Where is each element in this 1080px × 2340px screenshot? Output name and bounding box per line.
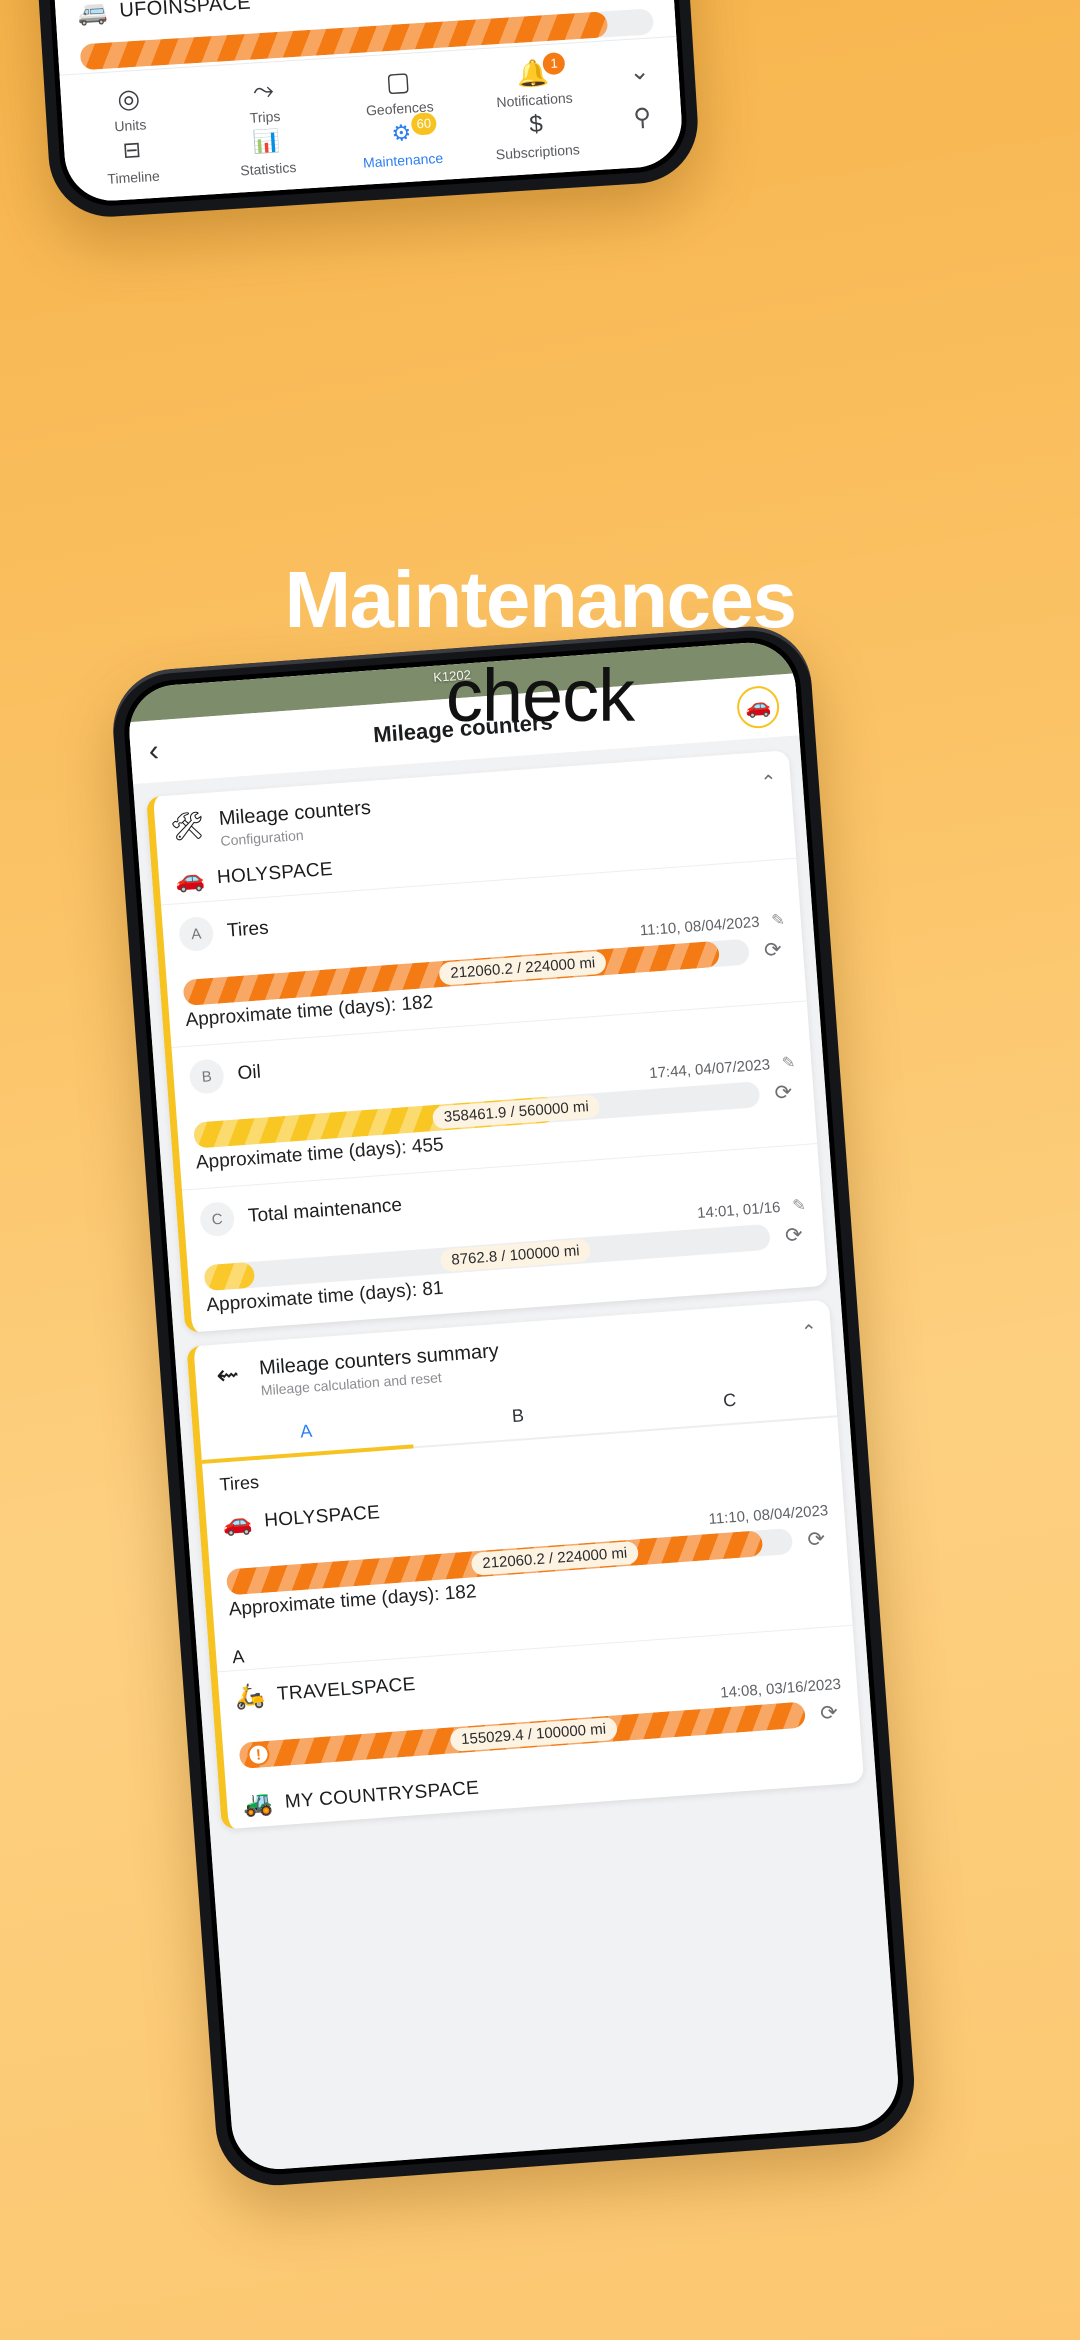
nav-item-units[interactable]: ◎ Units xyxy=(60,77,198,137)
nav-right-column[interactable]: ⌄ ⚲ xyxy=(599,47,683,156)
unit-name: UFOINSPACE xyxy=(118,0,252,22)
pencil-icon[interactable]: ✎ xyxy=(781,1052,796,1073)
scooter-icon: 🛵 xyxy=(234,1681,267,1712)
card-mileage-counters-config: 🛠 Mileage counters Configuration ⌃ 🚗 HOL… xyxy=(146,750,828,1333)
unit-name: HOLYSPACE xyxy=(263,1501,381,1532)
sync-icon[interactable]: ⟳ xyxy=(769,1079,799,1106)
app-top: 3235.8 / 400000 mi Approximate time (day… xyxy=(21,0,685,204)
red-car-icon: 🚗 xyxy=(221,1508,254,1538)
item-chip: A xyxy=(178,915,215,953)
van-icon: 🚐 xyxy=(76,0,109,28)
bell-icon: 🔔 xyxy=(515,56,550,89)
phone-mockup-top: 3235.8 / 400000 mi Approximate time (day… xyxy=(4,0,702,221)
nav-item-maintenance[interactable]: ⚙ 60 Maintenance xyxy=(333,112,471,172)
timeline-icon: ⊟ xyxy=(121,136,142,163)
sync-icon[interactable]: ⟳ xyxy=(814,1699,844,1726)
sync-icon[interactable]: ⟳ xyxy=(801,1526,831,1553)
route-icon: ⤳ xyxy=(252,74,275,106)
wrench-clock-icon: 🛠 xyxy=(169,810,206,843)
item-name: Oil xyxy=(236,1061,262,1085)
unit-name: MY COUNTRYSPACE xyxy=(284,1777,480,1813)
chevron-down-circle-icon[interactable]: ⌄ xyxy=(599,47,680,98)
nav-item-timeline[interactable]: ⊟ Timeline xyxy=(63,129,201,189)
nav-item-geofences[interactable]: ▢ Geofences xyxy=(330,60,468,120)
phone-mockup-bottom: K1202 ‹ Mileage counters 🚗 🛠 Mileage cou… xyxy=(108,622,919,2190)
unit-name: TRAVELSPACE xyxy=(276,1673,417,1705)
phone-bezel: K1202 ‹ Mileage counters 🚗 🛠 Mileage cou… xyxy=(120,634,907,2178)
pencil-icon[interactable]: ✎ xyxy=(792,1195,807,1216)
marketing-headline: Maintenances check xyxy=(0,560,1080,739)
item-name: Total maintenance xyxy=(247,1194,403,1227)
chevron-up-icon[interactable]: ⌃ xyxy=(800,1317,818,1345)
location-pin-icon: ◎ xyxy=(116,82,141,115)
phone-bezel: 3235.8 / 400000 mi Approximate time (day… xyxy=(16,0,690,209)
chevron-up-icon[interactable]: ⌃ xyxy=(760,767,778,795)
phone-screen-top: 3235.8 / 400000 mi Approximate time (day… xyxy=(21,0,685,204)
item-chip: B xyxy=(188,1058,225,1095)
nav-item-subscriptions[interactable]: $ Subscriptions xyxy=(468,104,606,164)
item-chip: C xyxy=(198,1200,236,1238)
item-name: Tires xyxy=(226,917,270,942)
app-bottom: K1202 ‹ Mileage counters 🚗 🛠 Mileage cou… xyxy=(126,639,902,2173)
mileage-reset-icon: ⇜ xyxy=(215,1359,240,1391)
nav-item-statistics[interactable]: 📊 Statistics xyxy=(198,121,336,181)
red-car-icon: 🚗 xyxy=(174,865,207,895)
unit-name: HOLYSPACE xyxy=(216,858,334,888)
sync-icon[interactable]: ⟳ xyxy=(758,936,788,963)
pin-icon[interactable]: ⚲ xyxy=(602,93,683,144)
dollar-icon: $ xyxy=(528,110,544,139)
tractor-icon: 🚜 xyxy=(242,1789,274,1819)
headline-line-1: Maintenances xyxy=(284,555,797,644)
maintenance-icon: ⚙ xyxy=(390,119,412,146)
pencil-icon[interactable]: ✎ xyxy=(771,910,786,931)
nav-item-trips[interactable]: ⤳ Trips xyxy=(195,69,333,129)
phone-screen-bottom: K1202 ‹ Mileage counters 🚗 🛠 Mileage cou… xyxy=(126,639,902,2173)
progress-fill xyxy=(203,1261,256,1292)
card-mileage-counters-summary: ⇜ Mileage counters summary Mileage calcu… xyxy=(186,1299,865,1830)
geofence-icon: ▢ xyxy=(384,65,412,98)
sync-icon[interactable]: ⟳ xyxy=(779,1221,809,1248)
headline-line-2: check xyxy=(445,654,635,737)
nav-item-notifications[interactable]: 🔔 1 Notifications xyxy=(464,51,602,112)
statistics-icon: 📊 xyxy=(252,127,282,155)
